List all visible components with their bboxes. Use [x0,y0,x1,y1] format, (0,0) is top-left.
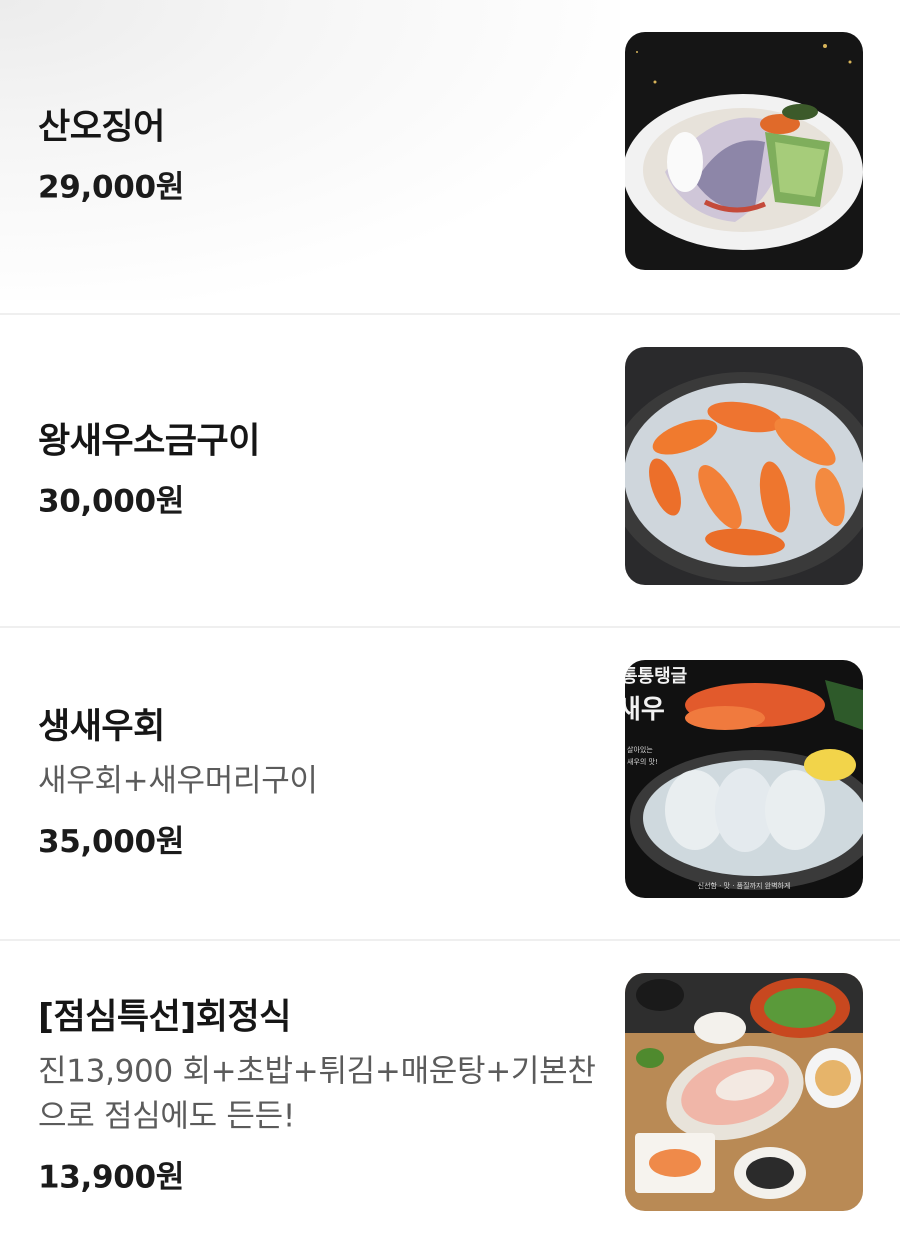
salt-grilled-prawns-graphic [625,347,863,585]
menu-item-raw-shrimp[interactable]: 생새우회 새우회+새우머리구이 35,000원 통통탱글 새우 살아있는 새우의… [0,626,900,939]
menu-item-info: 생새우회 새우회+새우머리구이 35,000원 [38,706,598,862]
raw-shrimp-sashimi-image[interactable]: 통통탱글 새우 살아있는 새우의 맛! 신선함 · 맛 · 품질까지 완벽하게 [625,660,863,898]
menu-item-name: 생새우회 [38,706,165,747]
menu-item-info: 왕새우소금구이 30,000원 [38,420,598,521]
menu-item-info: [점심특선]회정식 진13,900 회+초밥+튀김+매운탕+기본찬으로 점심에도… [38,996,598,1197]
menu-item-price: 30,000원 [38,483,185,520]
image-caption-text: 신선함 · 맛 · 품질까지 완벽하게 [698,881,791,890]
menu-item-price: 29,000원 [38,169,185,206]
squid-sashimi-platter-graphic [625,32,863,270]
image-caption-text: 통통탱글 [625,666,687,687]
image-caption-text: 새우 [625,695,665,725]
image-caption-text: 새우의 맛! [627,757,658,766]
squid-sashimi-platter-image[interactable] [625,32,863,270]
menu-item-price: 35,000원 [38,824,185,861]
menu-item-salt-grilled-prawns[interactable]: 왕새우소금구이 30,000원 [0,313,900,626]
menu-item-name: 산오징어 [38,107,165,148]
lunch-set-meal-image[interactable] [625,973,863,1211]
image-caption-text: 살아있는 [627,745,653,754]
raw-shrimp-sashimi-graphic: 통통탱글 새우 살아있는 새우의 맛! 신선함 · 맛 · 품질까지 완벽하게 [625,660,863,898]
menu-list: 산오징어 29,000원 왕새우소금구이 30,000원 생새우회 새우회+새우… [0,0,900,1252]
menu-item-price: 13,900원 [38,1159,185,1196]
menu-item-lunch-special[interactable]: [점심특선]회정식 진13,900 회+초밥+튀김+매운탕+기본찬으로 점심에도… [0,939,900,1252]
menu-item-squid[interactable]: 산오징어 29,000원 [0,0,900,313]
menu-item-name: 왕새우소금구이 [38,421,260,462]
menu-item-info: 산오징어 29,000원 [38,106,598,207]
salt-grilled-king-prawns-image[interactable] [625,347,863,585]
lunch-set-meal-graphic [625,973,863,1211]
menu-item-description: 진13,900 회+초밥+튀김+매운탕+기본찬으로 점심에도 든든! [38,1053,596,1135]
menu-item-description: 새우회+새우머리구이 [38,763,318,800]
menu-item-name: [점심특선]회정식 [38,997,291,1038]
